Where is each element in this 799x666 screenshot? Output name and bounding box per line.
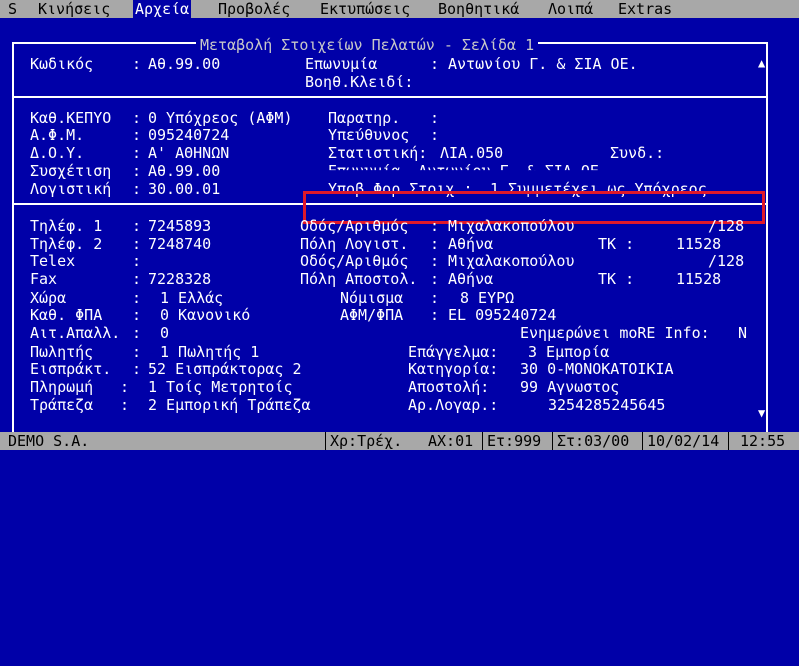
scroll-up-icon[interactable]: ▲ — [758, 54, 765, 72]
sysxetisi-label: Συσχέτιση — [30, 162, 112, 180]
kepyo-field[interactable]: 0 Υπόχρεος (ΑΦΜ) — [148, 109, 293, 127]
sysxetisi-field[interactable]: Αθ.99.00 — [148, 162, 220, 180]
statistiki-label: Στατιστική: — [328, 144, 428, 162]
status-divider — [552, 432, 553, 450]
doy-label: Δ.Ο.Υ. — [30, 144, 85, 162]
menu-provoles[interactable]: Προβολές — [216, 0, 292, 18]
odos1-field[interactable]: Μιχαλακοπούλου — [448, 217, 574, 235]
eponymia-label: Επωνυμία — [305, 55, 378, 73]
epaggelma-field[interactable]: 3 Εμπορία — [528, 343, 609, 361]
nomisma-field[interactable]: 8 ΕΥΡΩ — [460, 289, 514, 307]
arlog-field[interactable]: 3254285245645 — [548, 396, 665, 414]
nomisma-label: Νόμισμα — [340, 289, 404, 307]
til1-label: Τηλέφ. 1 — [30, 217, 103, 235]
status-date: 10/02/14 — [647, 432, 720, 450]
tk1-field[interactable]: 11528 — [676, 235, 721, 253]
form-title: Μεταβολή Στοιχείων Πελατών - Σελίδα 1 — [196, 36, 539, 54]
logistiki-field[interactable]: 30.00.01 — [148, 180, 220, 198]
politis-field[interactable]: 1 Πωλητής 1 — [160, 343, 259, 361]
til2-field[interactable]: 7248740 — [148, 235, 211, 253]
aitapal-field[interactable]: 0 — [160, 324, 169, 342]
synd-label: Συνδ.: — [610, 144, 665, 162]
status-ax: ΑΧ:01 — [428, 432, 474, 450]
main-screen: Μεταβολή Στοιχείων Πελατών - Σελίδα 1 ▲ … — [0, 18, 799, 438]
aitapal-label: Αιτ.Απαλλ. — [30, 324, 121, 342]
status-divider — [482, 432, 483, 450]
epaggelma-label: Επάγγελμα: — [408, 343, 499, 361]
eponymia-field[interactable]: Αντωνίου Γ. & ΣΙΑ ΟΕ. — [448, 55, 638, 73]
fpa-label: Καθ. ΦΠΑ — [30, 306, 103, 324]
tk2-label: ΤΚ : — [598, 270, 635, 288]
status-et: Ετ:999 — [487, 432, 542, 450]
kepyo-label: Καθ.ΚΕΠΥΟ — [30, 109, 112, 127]
trapeza-field[interactable]: 2 Εμπορική Τράπεζα — [148, 396, 311, 414]
status-time: 12:55 — [740, 432, 786, 450]
afmfpa-label: ΑΦΜ/ΦΠΑ — [340, 306, 404, 324]
odos1-label: Οδός/Αριθμός — [300, 217, 409, 235]
odos1-number[interactable]: /128 — [708, 217, 744, 235]
afm-field[interactable]: 095240724 — [148, 126, 229, 144]
pliromi-field[interactable]: 1 Τοίς Μετρητοίς — [148, 378, 293, 396]
status-xr: Χρ:Τρέχ. — [330, 432, 403, 450]
odos2-label: Οδός/Αριθμός — [300, 252, 409, 270]
fpa-field[interactable]: 0 Κανονικό — [160, 306, 250, 324]
trapeza-label: Τράπεζα — [30, 396, 94, 414]
menu-ektyposeis[interactable]: Εκτυπώσεις — [318, 0, 412, 18]
katigoria-field[interactable]: 30 0-ΜΟΝΟΚΑΤΟΙΚΙΑ — [520, 360, 674, 378]
poli1-label: Πόλη Λογιστ. — [300, 235, 409, 253]
ypefthynos-label: Υπεύθυνος — [328, 126, 410, 144]
katigoria-label: Κατηγορία: — [408, 360, 499, 378]
poli2-field[interactable]: Αθήνα — [448, 270, 493, 288]
doy-field[interactable]: Α' ΑΘΗΝΩΝ — [148, 144, 229, 162]
paratir-label: Παρατηρ. — [328, 109, 401, 127]
menu-kiniseis[interactable]: Κινήσεις — [36, 0, 112, 18]
status-divider — [728, 432, 729, 450]
status-divider — [325, 432, 326, 450]
pliromi-label: Πληρωμή — [30, 378, 94, 396]
xora-field[interactable]: 1 Ελλάς — [160, 289, 223, 307]
more-field[interactable]: N — [738, 324, 747, 342]
afmfpa-field[interactable]: EL 095240724 — [448, 306, 556, 324]
logistiki-label: Λογιστική — [30, 180, 112, 198]
status-divider — [642, 432, 643, 450]
fax-label: Fax — [30, 270, 58, 288]
menu-loipa[interactable]: Λοιπά — [546, 0, 595, 18]
menu-extras[interactable]: Extras — [616, 0, 674, 18]
voith-kleidi-label: Βοηθ.Κλειδί: — [305, 73, 414, 91]
arlog-label: Αρ.Λογαρ.: — [408, 396, 499, 414]
apostoli-field[interactable]: 99 Αγνωστος — [520, 378, 619, 396]
kodikos-label: Κωδικός — [30, 55, 94, 73]
poli2-label: Πόλη Αποστολ. — [300, 270, 418, 288]
menu-arxeia[interactable]: Αρχεία — [133, 0, 192, 18]
afm-label: Α.Φ.Μ. — [30, 126, 85, 144]
til1-field[interactable]: 7245893 — [148, 217, 211, 235]
menu-bar: S Κινήσεις Αρχεία Προβολές Εκτυπώσεις Βο… — [0, 0, 799, 18]
tk1-label: ΤΚ : — [598, 235, 635, 253]
telex-label: Telex — [30, 252, 76, 270]
xora-label: Χώρα — [30, 289, 67, 307]
divider-1 — [12, 96, 768, 98]
status-bar: DEMO S.A. Χρ:Τρέχ. ΑΧ:01 Ετ:999 Στ:03/00… — [0, 432, 799, 450]
status-company: DEMO S.A. — [8, 432, 90, 450]
eispr-field[interactable]: 52 Εισπράκτορας 2 — [148, 360, 302, 378]
politis-label: Πωλητής — [30, 343, 94, 361]
odos2-number[interactable]: /128 — [708, 252, 744, 270]
status-st: Στ:03/00 — [557, 432, 630, 450]
more-label: Ενημερώνει moRE Info: — [520, 324, 710, 342]
scroll-down-icon[interactable]: ▼ — [758, 404, 765, 422]
kodikos-field[interactable]: Αθ.99.00 — [148, 55, 220, 73]
poli1-field[interactable]: Αθήνα — [448, 235, 493, 253]
statistiki-field[interactable]: ΛΙΑ.050 — [440, 144, 503, 162]
apostoli-label: Αποστολή: — [408, 378, 490, 396]
eispr-label: Εισπράκτ. — [30, 360, 112, 378]
menu-s[interactable]: S — [6, 0, 19, 18]
menu-voithitika[interactable]: Βοηθητικά — [436, 0, 521, 18]
odos2-field[interactable]: Μιχαλακοπούλου — [448, 252, 574, 270]
tk2-field[interactable]: 11528 — [676, 270, 721, 288]
fax-field[interactable]: 7228328 — [148, 270, 211, 288]
til2-label: Τηλέφ. 2 — [30, 235, 103, 253]
